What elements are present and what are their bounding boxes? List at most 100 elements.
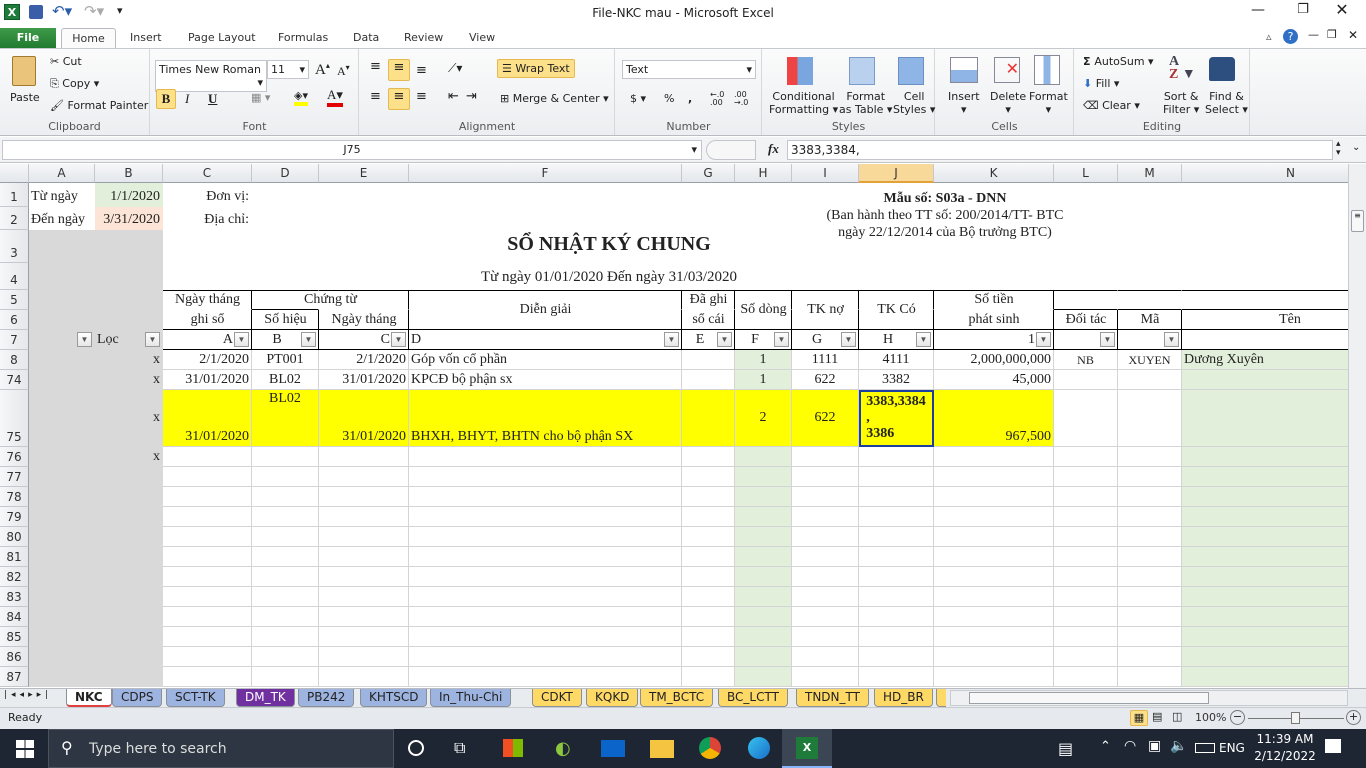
conditional-formatting-button[interactable]: Conditional Formatting ▾ [769, 90, 838, 116]
cell[interactable] [1054, 207, 1118, 230]
windows-start-icon[interactable] [16, 740, 34, 758]
row-header-78[interactable]: 78 [0, 487, 29, 507]
cell[interactable] [934, 487, 1054, 507]
cell[interactable] [1182, 587, 1348, 607]
page-break-view-button[interactable]: ◫ [1172, 710, 1182, 723]
row-header-82[interactable]: 82 [0, 567, 29, 587]
cell-c2[interactable]: Địa chỉ: [163, 207, 252, 230]
cell[interactable] [859, 527, 934, 547]
cell[interactable] [163, 310, 252, 330]
cell[interactable] [859, 310, 934, 330]
cell-b8[interactable]: x [95, 350, 163, 370]
cell[interactable] [792, 507, 859, 527]
cell[interactable] [735, 290, 792, 310]
cell[interactable] [252, 447, 319, 467]
cell[interactable] [252, 290, 319, 310]
cell[interactable] [319, 527, 409, 547]
cell[interactable] [735, 607, 792, 627]
tray-chevron-icon[interactable]: ⌃ [1100, 739, 1111, 754]
cell[interactable] [409, 567, 682, 587]
cell[interactable] [409, 647, 682, 667]
task-view-icon[interactable]: ⧉ [454, 738, 465, 758]
cell[interactable] [409, 447, 682, 467]
filter-dropdown-icon[interactable]: ▼ [774, 332, 789, 347]
cell-a1[interactable]: Từ ngày [29, 183, 95, 207]
cell-k8[interactable]: 2,000,000,000 [934, 350, 1054, 370]
cell[interactable] [735, 207, 792, 230]
cell[interactable] [934, 567, 1054, 587]
cell[interactable] [319, 310, 409, 330]
column-header-j[interactable]: J [859, 164, 934, 183]
cell-b1[interactable]: 1/1/2020 [95, 183, 163, 207]
cell[interactable] [409, 290, 682, 310]
cell[interactable] [859, 547, 934, 567]
cell[interactable] [1118, 607, 1182, 627]
insert-function-button[interactable]: fx [768, 141, 779, 157]
cell[interactable] [735, 487, 792, 507]
file-explorer-icon[interactable] [650, 740, 674, 758]
cell[interactable] [319, 183, 409, 207]
cell[interactable] [409, 527, 682, 547]
decrease-indent-icon[interactable]: ⇤ [448, 89, 459, 104]
cell[interactable] [29, 607, 95, 627]
cell[interactable] [934, 207, 1054, 230]
cell[interactable] [792, 587, 859, 607]
cell[interactable] [29, 263, 95, 290]
workbook-restore-icon[interactable]: ❐ [1327, 28, 1337, 41]
cell[interactable] [252, 467, 319, 487]
cell[interactable] [735, 667, 792, 687]
cell-g7[interactable]: E ▼ [682, 330, 735, 350]
cell[interactable] [95, 263, 163, 290]
row-header-5[interactable]: 5 [0, 290, 29, 310]
normal-view-button[interactable]: ▦ [1130, 710, 1148, 726]
cell[interactable] [934, 183, 1054, 207]
cell[interactable] [682, 667, 735, 687]
cell[interactable] [792, 230, 859, 263]
cell[interactable] [1118, 567, 1182, 587]
cell[interactable] [95, 290, 163, 310]
column-header-e[interactable]: E [319, 164, 409, 183]
cell[interactable] [1054, 447, 1118, 467]
cell[interactable] [409, 207, 682, 230]
zoom-slider-thumb[interactable] [1291, 712, 1300, 724]
tab-file[interactable]: File [0, 28, 56, 49]
cell[interactable] [792, 467, 859, 487]
column-header-h[interactable]: H [735, 164, 792, 183]
cell[interactable] [682, 350, 735, 370]
cell[interactable] [163, 627, 252, 647]
cell[interactable] [859, 487, 934, 507]
cell[interactable] [252, 310, 319, 330]
cell[interactable]: ▼ [29, 330, 95, 350]
sheet-tab-cdkt[interactable]: CDKT [532, 689, 582, 707]
filter-dropdown-icon[interactable]: ▼ [664, 332, 679, 347]
cell[interactable] [682, 547, 735, 567]
cell[interactable] [1118, 667, 1182, 687]
cell[interactable] [1118, 467, 1182, 487]
cell[interactable] [95, 230, 163, 263]
cell-c8[interactable]: 2/1/2020 [163, 350, 252, 370]
workbook-close-icon[interactable]: ✕ [1348, 28, 1358, 42]
cell[interactable] [319, 447, 409, 467]
cell[interactable] [1054, 667, 1118, 687]
cell[interactable] [163, 230, 252, 263]
cell[interactable] [319, 507, 409, 527]
align-center-icon[interactable]: ≡ [388, 88, 410, 110]
cell[interactable] [1182, 447, 1348, 467]
search-box[interactable]: ⚲ Type here to search [48, 729, 394, 768]
cell-j75[interactable]: 3383,3384 , 3386 [859, 390, 934, 447]
cell[interactable] [792, 527, 859, 547]
minimize-button[interactable]: — [1238, 2, 1278, 18]
cell-b2[interactable]: 3/31/2020 [95, 207, 163, 230]
cell[interactable] [29, 290, 95, 310]
cell[interactable] [792, 310, 859, 330]
cell[interactable] [1182, 487, 1348, 507]
cell[interactable] [735, 230, 792, 263]
cell[interactable] [1182, 507, 1348, 527]
cell[interactable] [1118, 487, 1182, 507]
cell[interactable] [1054, 230, 1118, 263]
cell-i8[interactable]: 1111 [792, 350, 859, 370]
cell-c1[interactable]: Đơn vị: [163, 183, 252, 207]
cell-f75[interactable]: BHXH, BHYT, BHTN cho bộ phận SX [409, 390, 682, 447]
formula-bar-collapse-icon[interactable]: ⌄ [1352, 142, 1360, 153]
cell[interactable] [859, 567, 934, 587]
